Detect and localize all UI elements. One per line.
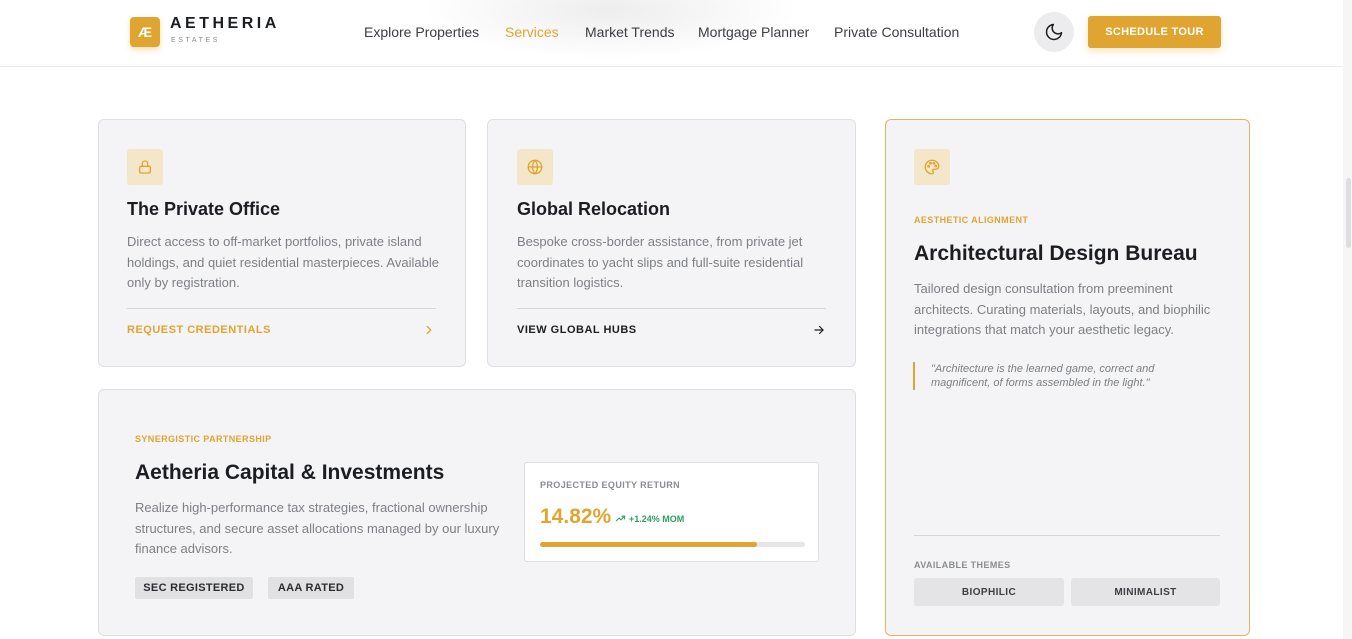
capital-description: Realize high-performance tax strategies,… (135, 500, 500, 556)
theme-minimalist-button[interactable]: MINIMALIST (1071, 578, 1220, 606)
logo-mark[interactable]: Æ (130, 17, 160, 47)
moon-icon (1045, 23, 1063, 41)
palette-icon (924, 159, 940, 175)
nav-services[interactable]: Services (505, 24, 559, 40)
available-themes-label: AVAILABLE THEMES (914, 560, 1011, 570)
private-office-description: Direct access to off-market portfolios, … (127, 234, 439, 290)
trending-up-icon (615, 515, 626, 522)
logo-name[interactable]: AETHERIA (170, 15, 280, 33)
logo-subtitle: ESTATES (171, 37, 221, 44)
private-office-divider (127, 308, 436, 309)
equity-return-bar-track (540, 542, 805, 547)
design-bureau-description: Tailored design consultation from preemi… (914, 281, 1211, 337)
design-bureau-quote: "Architecture is the learned game, corre… (913, 362, 1213, 390)
equity-return-bar-fill (540, 542, 758, 547)
aaa-rated-badge: AAA RATED (268, 577, 354, 599)
capital-title: Aetheria Capital & Investments (135, 461, 445, 484)
global-relocation-icon-box (517, 149, 553, 185)
private-office-icon-box (127, 149, 163, 185)
global-relocation-description: Bespoke cross-border assistance, from pr… (517, 234, 804, 290)
sec-registered-badge: SEC REGISTERED (135, 577, 253, 599)
equity-return-value: 14.82% (540, 505, 612, 528)
equity-return-widget: PROJECTED EQUITY RETURN 14.82% +1.24% MO… (524, 462, 819, 562)
request-credentials-link[interactable]: REQUEST CREDENTIALS (127, 324, 271, 336)
lock-icon (139, 160, 151, 174)
scrollbar-thumb[interactable] (1346, 178, 1351, 248)
nav-mortgage-planner[interactable]: Mortgage Planner (698, 24, 809, 40)
view-global-hubs-link[interactable]: VIEW GLOBAL HUBS (517, 324, 637, 336)
equity-return-label: PROJECTED EQUITY RETURN (540, 480, 681, 490)
theme-toggle-button[interactable] (1034, 12, 1074, 52)
arrow-right-icon[interactable] (812, 323, 826, 337)
capital-eyebrow: SYNERGISTIC PARTNERSHIP (135, 434, 272, 444)
schedule-tour-button[interactable]: SCHEDULE TOUR (1088, 16, 1221, 48)
private-office-title: The Private Office (127, 199, 281, 219)
global-relocation-title: Global Relocation (517, 199, 671, 219)
page: Æ AETHERIA ESTATES Explore Properties Se… (0, 0, 1352, 639)
design-bureau-divider (914, 535, 1220, 536)
scrollbar-track[interactable] (1343, 0, 1352, 639)
nav-market-trends[interactable]: Market Trends (585, 24, 674, 40)
design-bureau-icon-box (914, 149, 950, 185)
equity-return-trend: +1.24% MOM (615, 513, 684, 524)
design-bureau-eyebrow: AESTHETIC ALIGNMENT (914, 215, 1029, 225)
nav-private-consultation[interactable]: Private Consultation (834, 24, 959, 40)
global-relocation-divider (517, 308, 826, 309)
theme-biophilic-button[interactable]: BIOPHILIC (914, 578, 1064, 606)
nav-explore-properties[interactable]: Explore Properties (364, 24, 479, 40)
design-bureau-title: Architectural Design Bureau (914, 242, 1198, 265)
equity-return-trend-text: +1.24% MOM (629, 513, 685, 524)
globe-icon (527, 159, 543, 175)
site-header: Æ AETHERIA ESTATES Explore Properties Se… (0, 0, 1352, 67)
chevron-right-icon[interactable] (422, 323, 436, 337)
